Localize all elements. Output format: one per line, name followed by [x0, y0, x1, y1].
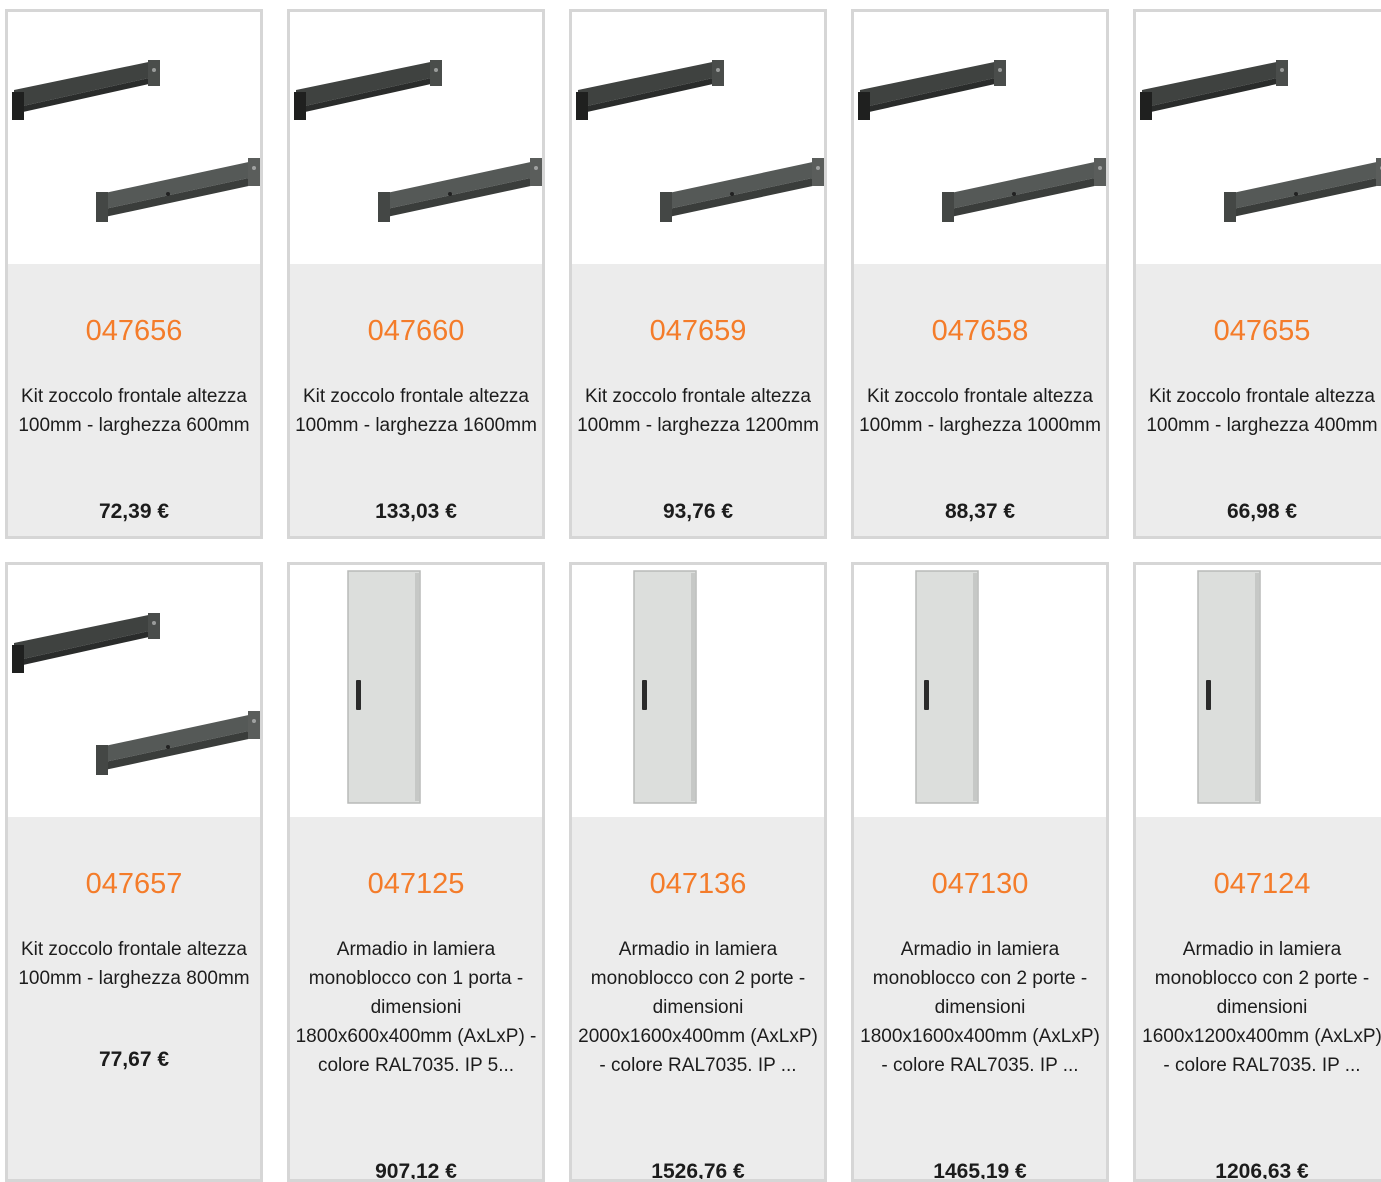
- product-image[interactable]: [1136, 565, 1381, 817]
- product-code[interactable]: 047656: [8, 314, 260, 348]
- product-image[interactable]: [8, 565, 260, 817]
- product-description[interactable]: Armadio in lamiera monoblocco con 2 port…: [854, 935, 1106, 1080]
- cabinet-icon: [633, 570, 697, 804]
- product-description[interactable]: Kit zoccolo frontale altezza 100mm - lar…: [572, 382, 824, 440]
- product-description[interactable]: Kit zoccolo frontale altezza 100mm - lar…: [8, 935, 260, 993]
- product-description[interactable]: Kit zoccolo frontale altezza 100mm - lar…: [290, 382, 542, 440]
- cabinet-icon: [1197, 570, 1261, 804]
- plinth-kit-icon: [1140, 60, 1381, 222]
- plinth-kit-icon: [294, 60, 542, 222]
- product-description[interactable]: Armadio in lamiera monoblocco con 1 port…: [290, 935, 542, 1080]
- product-image[interactable]: [572, 565, 824, 817]
- product-image[interactable]: [8, 12, 260, 264]
- product-description[interactable]: Armadio in lamiera monoblocco con 2 port…: [572, 935, 824, 1080]
- plinth-kit-icon: [576, 60, 824, 222]
- product-price: 133,03 €: [375, 500, 457, 523]
- plinth-kit-icon: [12, 613, 260, 775]
- product-description[interactable]: Armadio in lamiera monoblocco con 2 port…: [1136, 935, 1381, 1080]
- product-price: 1526,76 €: [651, 1160, 745, 1182]
- product-card[interactable]: 047659 Kit zoccolo frontale altezza 100m…: [569, 9, 827, 539]
- product-description[interactable]: Kit zoccolo frontale altezza 100mm - lar…: [1136, 382, 1381, 440]
- product-card[interactable]: 047124 Armadio in lamiera monoblocco con…: [1133, 562, 1381, 1182]
- product-code[interactable]: 047124: [1136, 867, 1381, 901]
- product-price: 66,98 €: [1226, 500, 1298, 523]
- product-card[interactable]: 047657 Kit zoccolo frontale altezza 100m…: [5, 562, 263, 1182]
- product-card[interactable]: 047656 Kit zoccolo frontale altezza 100m…: [5, 9, 263, 539]
- product-card[interactable]: 047136 Armadio in lamiera monoblocco con…: [569, 562, 827, 1182]
- product-price: 77,67 €: [98, 1048, 170, 1071]
- product-code[interactable]: 047659: [572, 314, 824, 348]
- product-price: 88,37 €: [944, 500, 1016, 523]
- cabinet-icon: [347, 570, 421, 804]
- product-code[interactable]: 047655: [1136, 314, 1381, 348]
- plinth-kit-icon: [858, 60, 1106, 222]
- product-card[interactable]: 047658 Kit zoccolo frontale altezza 100m…: [851, 9, 1109, 539]
- product-code[interactable]: 047130: [854, 867, 1106, 901]
- plinth-kit-icon: [12, 60, 260, 222]
- product-price: 907,12 €: [375, 1160, 457, 1182]
- product-price: 72,39 €: [98, 500, 170, 523]
- product-price: 93,76 €: [662, 500, 734, 523]
- product-price: 1206,63 €: [1215, 1160, 1309, 1182]
- product-code[interactable]: 047125: [290, 867, 542, 901]
- product-card[interactable]: 047125 Armadio in lamiera monoblocco con…: [287, 562, 545, 1182]
- product-card[interactable]: 047130 Armadio in lamiera monoblocco con…: [851, 562, 1109, 1182]
- product-image[interactable]: [572, 12, 824, 264]
- product-card[interactable]: 047655 Kit zoccolo frontale altezza 100m…: [1133, 9, 1381, 539]
- product-image[interactable]: [1136, 12, 1381, 264]
- product-description[interactable]: Kit zoccolo frontale altezza 100mm - lar…: [854, 382, 1106, 440]
- product-card[interactable]: 047660 Kit zoccolo frontale altezza 100m…: [287, 9, 545, 539]
- product-image[interactable]: [290, 12, 542, 264]
- product-code[interactable]: 047658: [854, 314, 1106, 348]
- product-image[interactable]: [290, 565, 542, 817]
- product-code[interactable]: 047657: [8, 867, 260, 901]
- product-image[interactable]: [854, 565, 1106, 817]
- product-grid: 047656 Kit zoccolo frontale altezza 100m…: [0, 0, 1381, 1182]
- product-description[interactable]: Kit zoccolo frontale altezza 100mm - lar…: [8, 382, 260, 440]
- cabinet-icon: [915, 570, 979, 804]
- product-code[interactable]: 047136: [572, 867, 824, 901]
- product-image[interactable]: [854, 12, 1106, 264]
- product-code[interactable]: 047660: [290, 314, 542, 348]
- product-price: 1465,19 €: [933, 1160, 1027, 1182]
